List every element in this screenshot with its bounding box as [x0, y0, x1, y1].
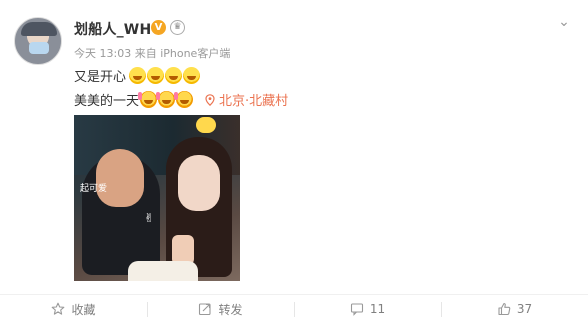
weibo-post-card: 划船人_WH V ♛ 今天 13:03 来自 iPhone客户端 ⌄ 又是开心 …	[0, 0, 588, 323]
location-text: 北京·北藏村	[219, 94, 289, 109]
star-icon	[52, 302, 65, 315]
favorite-button[interactable]: 收藏	[0, 295, 147, 323]
repost-label: 转发	[218, 302, 243, 317]
location-pin-icon	[205, 93, 215, 106]
chevron-down-icon[interactable]: ⌄	[556, 14, 572, 30]
repost-button[interactable]: 转发	[147, 295, 294, 323]
location-link[interactable]: 北京·北藏村	[205, 90, 288, 109]
post-text-line-1: 又是开心	[74, 66, 201, 85]
cheer-emoji-icon	[174, 91, 194, 108]
photo-cake	[128, 261, 198, 281]
post-text-line-2: 美美的一天 北京·北藏村	[74, 90, 288, 109]
happy-emoji-icon	[165, 67, 183, 84]
like-count: 37	[516, 302, 533, 316]
post-text: 美美的一天	[74, 94, 140, 109]
post-text: 又是开心	[74, 70, 127, 85]
like-button[interactable]: 37	[441, 295, 588, 323]
comment-icon	[350, 303, 363, 316]
username[interactable]: 划船人_WH	[74, 19, 151, 39]
post-photo[interactable]: 起可爱 ✌	[74, 115, 240, 281]
avatar-mask	[29, 42, 49, 54]
comment-count: 11	[369, 302, 386, 316]
avatar[interactable]	[14, 17, 62, 65]
cheer-emoji-icon	[138, 91, 158, 108]
avatar-cap	[21, 22, 57, 36]
photo-face-left	[96, 149, 144, 207]
happy-emoji-icon	[147, 67, 165, 84]
comment-button[interactable]: 11	[294, 295, 441, 323]
action-bar: 收藏 转发 11 37	[0, 294, 588, 323]
repost-icon	[199, 303, 212, 316]
photo-face-right	[178, 155, 220, 211]
photo-doodle-text: 起可爱	[80, 184, 108, 194]
photo-doodle-mark: ✌	[144, 211, 155, 225]
post-meta: 今天 13:03 来自 iPhone客户端	[74, 47, 231, 60]
member-crown-icon[interactable]: ♛	[170, 20, 185, 35]
sun-sticker	[196, 117, 216, 133]
cheer-emoji-icon	[156, 91, 176, 108]
verified-badge-icon[interactable]: V	[151, 20, 166, 35]
thumbs-up-icon	[498, 302, 511, 316]
happy-emoji-icon	[183, 67, 201, 84]
favorite-label: 收藏	[71, 302, 96, 317]
happy-emoji-icon	[129, 67, 147, 84]
